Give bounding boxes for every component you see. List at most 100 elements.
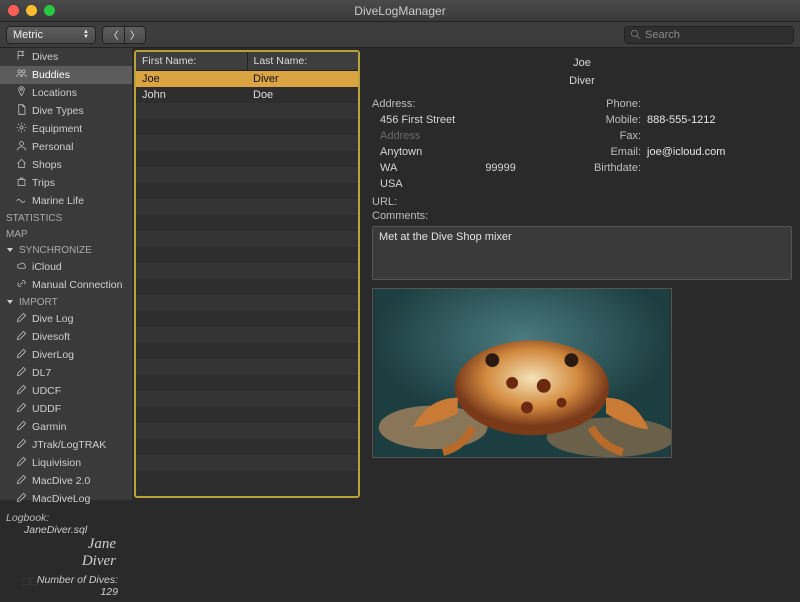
sidebar-item-dives[interactable]: Dives	[0, 48, 132, 66]
sidebar-item-personal[interactable]: Personal	[0, 138, 132, 156]
sidebar-item-dl7[interactable]: DL7	[0, 364, 132, 382]
bag-icon	[16, 176, 27, 191]
sidebar-item-label: Divesoft	[32, 331, 70, 344]
sidebar-item-shops[interactable]: Shops	[0, 156, 132, 174]
window-controls	[8, 5, 55, 16]
sidebar-item-jtrak-logtrak[interactable]: JTrak/LogTRAK	[0, 436, 132, 454]
sidebar: Dives Buddies Locations Dive Types Equipment…	[0, 48, 132, 500]
country[interactable]: USA	[372, 178, 583, 190]
close-icon[interactable]	[8, 5, 19, 16]
sidebar-item-label: JTrak/LogTRAK	[32, 439, 106, 452]
detail-pane: Joe Diver Address: 456 First Street Addr…	[362, 48, 800, 500]
sidebar-item-macdivelog[interactable]: MacDiveLog	[0, 490, 132, 508]
sidebar-item-udcf[interactable]: UDCF	[0, 382, 132, 400]
search-icon	[630, 29, 641, 40]
sidebar-item-dive-types[interactable]: Dive Types	[0, 102, 132, 120]
phone-label: Phone:	[591, 98, 641, 110]
table-row[interactable]: JohnDoe	[136, 87, 358, 103]
mobile[interactable]: 888-555-1212	[647, 114, 716, 126]
table-row-empty	[136, 375, 358, 391]
sidebar-header-import[interactable]: IMPORT	[0, 294, 132, 310]
table-row-empty	[136, 263, 358, 279]
doc-icon	[16, 104, 27, 119]
table-row-empty	[136, 135, 358, 151]
nav-next-button[interactable]: 〉	[124, 26, 146, 44]
buddy-photo[interactable]	[372, 288, 792, 496]
sidebar-item-trips[interactable]: Trips	[0, 174, 132, 192]
comments-box[interactable]: Met at the Dive Shop mixer	[372, 226, 792, 280]
table-row-empty	[136, 295, 358, 311]
sidebar-item-dive-log[interactable]: Dive Log	[0, 310, 132, 328]
link-icon	[16, 278, 27, 293]
email[interactable]: joe@icloud.com	[647, 146, 725, 158]
sidebar-header-map: MAP	[0, 226, 132, 242]
pencil-icon	[16, 366, 27, 381]
owner-first: Jane	[6, 536, 126, 553]
sidebar-item-locations[interactable]: Locations	[0, 84, 132, 102]
sidebar-item-label: Dive Log	[32, 313, 73, 326]
sidebar-item-diverlog[interactable]: DiverLog	[0, 346, 132, 364]
table-row-empty	[136, 231, 358, 247]
table-row-empty	[136, 423, 358, 439]
email-label: Email:	[591, 146, 641, 158]
zoom-icon[interactable]	[44, 5, 55, 16]
book-icon	[0, 577, 60, 588]
city[interactable]: Anytown	[372, 146, 583, 158]
table-row[interactable]: JoeDiver	[136, 71, 358, 87]
sidebar-item-buddies[interactable]: Buddies	[0, 66, 132, 84]
pencil-icon	[16, 456, 27, 471]
table-row-empty	[136, 167, 358, 183]
state[interactable]: WA	[380, 162, 397, 174]
pencil-icon	[16, 438, 27, 453]
street2-ph[interactable]: Address	[372, 130, 583, 142]
comments-label: Comments:	[372, 210, 792, 222]
people-icon	[16, 68, 27, 83]
sidebar-item-icloud[interactable]: iCloud	[0, 258, 132, 276]
search-input[interactable]: Search	[624, 26, 794, 44]
sidebar-item-label: Dive Types	[32, 105, 84, 118]
col-first[interactable]: First Name:	[136, 52, 248, 70]
sidebar-item-macdive-2-0[interactable]: MacDive 2.0	[0, 472, 132, 490]
zip[interactable]: 99999	[485, 162, 516, 174]
pencil-icon	[16, 402, 27, 417]
sidebar-header-synchronize[interactable]: SYNCHRONIZE	[0, 242, 132, 258]
sidebar-item-label: Buddies	[32, 69, 70, 82]
col-last[interactable]: Last Name:	[248, 52, 359, 70]
pencil-icon	[16, 474, 27, 489]
sidebar-item-marine-life[interactable]: Marine Life	[0, 192, 132, 210]
sidebar-item-manual-connection[interactable]: Manual Connection	[0, 276, 132, 294]
sidebar-item-garmin[interactable]: Garmin	[0, 418, 132, 436]
sidebar-item-label: Manual Connection	[32, 279, 122, 292]
mobile-label: Mobile:	[591, 114, 641, 126]
pencil-icon	[16, 312, 27, 327]
sidebar-item-label: iCloud	[32, 261, 62, 274]
unit-select[interactable]: Metric ▲▼	[6, 26, 96, 44]
table-row-empty	[136, 391, 358, 407]
toolbar: Metric ▲▼ 〈 〉 Search	[0, 22, 800, 48]
sidebar-item-label: DL7	[32, 367, 51, 380]
table-row-empty	[136, 471, 358, 487]
sidebar-item-uddf[interactable]: UDDF	[0, 400, 132, 418]
sidebar-item-label: UDCF	[32, 385, 61, 398]
sidebar-item-equipment[interactable]: Equipment	[0, 120, 132, 138]
street[interactable]: 456 First Street	[372, 114, 583, 126]
list-header: First Name: Last Name:	[136, 52, 358, 71]
minimize-icon[interactable]	[26, 5, 37, 16]
unit-label: Metric	[13, 29, 43, 41]
pencil-icon	[16, 384, 27, 399]
home-icon	[16, 158, 27, 173]
ndives-value: 129	[100, 586, 118, 598]
pencil-icon	[16, 420, 27, 435]
sidebar-item-label: Trips	[32, 177, 55, 190]
nav-arrows: 〈 〉	[102, 26, 146, 44]
sidebar-item-liquivision[interactable]: Liquivision	[0, 454, 132, 472]
sidebar-item-label: DiverLog	[32, 349, 74, 362]
table-row-empty	[136, 343, 358, 359]
sidebar-item-label: Locations	[32, 87, 77, 100]
sidebar-item-label: UDDF	[32, 403, 61, 416]
nav-prev-button[interactable]: 〈	[102, 26, 124, 44]
address-label: Address:	[372, 98, 583, 110]
sidebar-item-divesoft[interactable]: Divesoft	[0, 328, 132, 346]
table-row-empty	[136, 103, 358, 119]
table-row-empty	[136, 439, 358, 455]
